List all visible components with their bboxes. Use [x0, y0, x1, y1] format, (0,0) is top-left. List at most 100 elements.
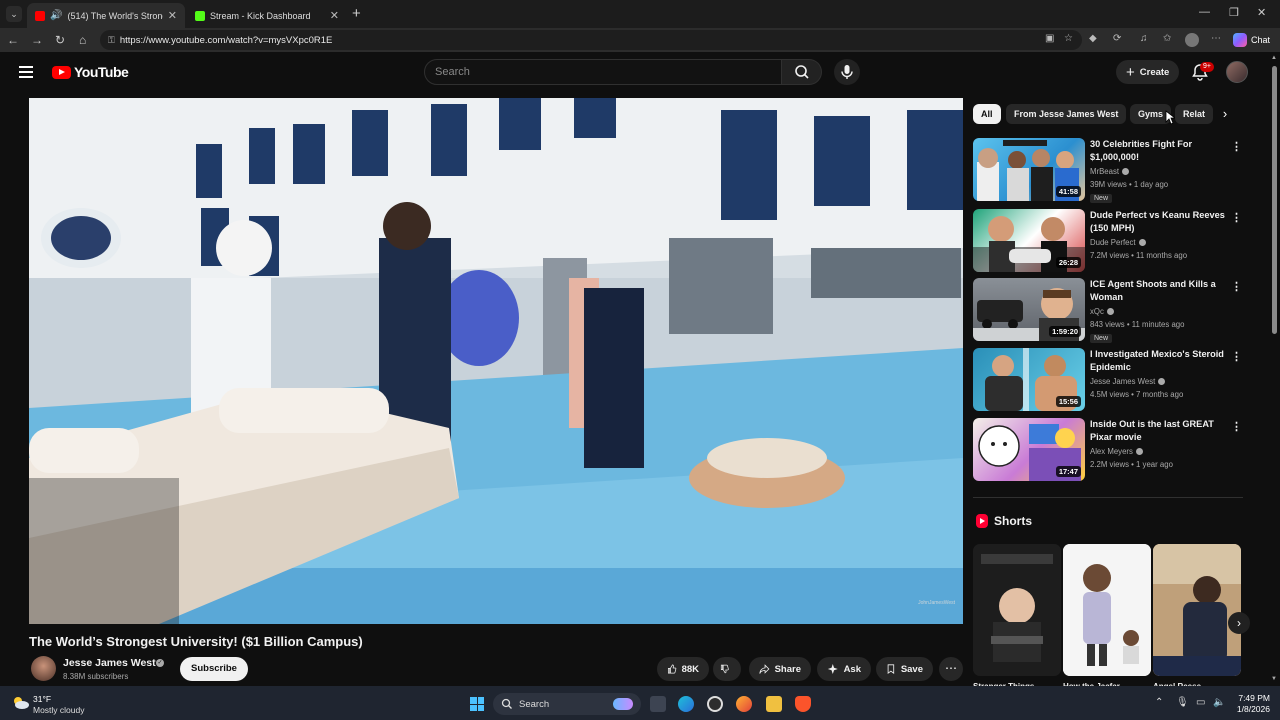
close-tab-icon[interactable]: ✕	[168, 9, 177, 22]
extension-sync-icon[interactable]: ⟳	[1113, 33, 1121, 44]
more-options-icon[interactable]: ⋮	[1231, 350, 1242, 363]
page-scrollbar[interactable]: ▲ ▼	[1270, 52, 1280, 686]
browser-essentials-icon[interactable]: ♫	[1140, 33, 1148, 44]
search-input[interactable]	[424, 59, 782, 85]
recommendation-channel[interactable]: xQc	[1090, 307, 1114, 316]
more-options-icon[interactable]: ⋮	[1231, 211, 1242, 224]
profile-icon[interactable]	[1185, 33, 1199, 47]
video-thumbnail[interactable]: 17:47	[973, 418, 1085, 481]
video-thumbnail[interactable]: 1:59:20	[973, 278, 1085, 341]
volume-icon[interactable]: 🔈	[1213, 697, 1225, 708]
recommendation-title[interactable]: I Investigated Mexico's Steroid Epidemic	[1090, 348, 1230, 374]
channel-name[interactable]: Jesse James West	[63, 657, 156, 669]
account-avatar[interactable]	[1226, 61, 1248, 83]
favorites-icon[interactable]: ✩	[1163, 33, 1171, 44]
scrollbar-thumb[interactable]	[1272, 66, 1277, 334]
tab-youtube[interactable]: 🔊 (514) The World's Strongest U ✕	[27, 3, 185, 28]
settings-more-icon[interactable]: ⋯	[1211, 33, 1221, 44]
chevron-right-icon[interactable]: ›	[1214, 104, 1236, 124]
channel-avatar[interactable]	[31, 656, 56, 681]
recommendation-title[interactable]: 30 Celebrities Fight For $1,000,000!	[1090, 138, 1230, 164]
recommendation-title[interactable]: Inside Out is the last GREAT Pixar movie	[1090, 418, 1230, 444]
recommendation-channel[interactable]: Jesse James West	[1090, 377, 1166, 386]
tab-list-button[interactable]: ⌄	[6, 6, 22, 22]
recommendation-item[interactable]: 15:56 I Investigated Mexico's Steroid Ep…	[973, 348, 1263, 412]
task-view-icon[interactable]	[650, 696, 666, 712]
windows-start-icon[interactable]	[470, 697, 484, 711]
subscribe-button[interactable]: Subscribe	[180, 657, 248, 681]
recommendation-channel[interactable]: Dude Perfect	[1090, 238, 1146, 247]
taskbar-clock[interactable]: 7:49 PM 1/8/2026	[1234, 693, 1270, 715]
notification-count-badge: 9+	[1200, 62, 1214, 72]
brave-browser-icon[interactable]	[795, 696, 811, 712]
short-card[interactable]	[973, 544, 1061, 676]
short-card[interactable]	[1063, 544, 1151, 676]
more-actions-button[interactable]: ⋯	[939, 657, 963, 681]
ask-button[interactable]: Ask	[817, 657, 871, 681]
edge-browser-icon[interactable]	[678, 696, 694, 712]
chip-related[interactable]: Relat	[1175, 104, 1213, 124]
app-available-icon[interactable]: ▣	[1045, 33, 1054, 44]
taskbar-search-label: Search	[519, 698, 550, 710]
chip-from-channel[interactable]: From Jesse James West	[1006, 104, 1127, 124]
short-thumbnail-image	[1153, 544, 1241, 676]
favorite-star-icon[interactable]: ☆	[1064, 33, 1073, 44]
taskbar-search[interactable]: Search	[493, 693, 641, 715]
more-options-icon[interactable]: ⋮	[1231, 280, 1242, 293]
restore-button[interactable]: ❐	[1229, 6, 1239, 19]
short-card[interactable]	[1153, 544, 1241, 676]
cloud-sun-icon[interactable]	[10, 695, 30, 709]
dislike-button[interactable]	[713, 657, 741, 681]
speaker-icon[interactable]: 🔊	[50, 10, 62, 21]
youtube-logo[interactable]: YouTube	[52, 64, 129, 80]
chip-all[interactable]: All	[973, 104, 1001, 124]
recommendation-title[interactable]: Dude Perfect vs Keanu Reeves (150 MPH)	[1090, 209, 1230, 235]
shorts-next-button[interactable]: ›	[1228, 612, 1250, 634]
like-button[interactable]: 88K	[657, 657, 709, 681]
more-options-icon[interactable]: ⋮	[1231, 420, 1242, 433]
ask-label: Ask	[843, 663, 861, 675]
close-tab-icon[interactable]: ✕	[330, 9, 339, 22]
network-icon[interactable]: ▭	[1196, 697, 1205, 708]
new-tab-button[interactable]: +	[352, 5, 361, 22]
video-thumbnail[interactable]: 26:28	[973, 209, 1085, 272]
forward-icon[interactable]: →	[31, 32, 43, 48]
save-button[interactable]: Save	[876, 657, 933, 681]
voice-search-button[interactable]	[834, 59, 860, 85]
recommendation-item[interactable]: 17:47 Inside Out is the last GREAT Pixar…	[973, 418, 1263, 482]
recommendation-item[interactable]: 1:59:20 ICE Agent Shoots and Kills a Wom…	[973, 278, 1263, 343]
recommendation-title[interactable]: ICE Agent Shoots and Kills a Woman	[1090, 278, 1230, 304]
site-info-icon[interactable]: ⚿	[108, 35, 115, 46]
recommendation-item[interactable]: 41:58 30 Celebrities Fight For $1,000,00…	[973, 138, 1263, 203]
weather-description[interactable]: Mostly cloudy	[33, 705, 85, 715]
video-player[interactable]: JohnJamesWest	[29, 98, 963, 624]
create-button[interactable]: + Create	[1116, 60, 1180, 84]
refresh-icon[interactable]: ↻	[55, 32, 65, 48]
scroll-up-icon[interactable]: ▲	[1271, 55, 1277, 61]
recommendation-channel[interactable]: Alex Meyers	[1090, 447, 1143, 456]
close-window-button[interactable]: ✕	[1257, 6, 1266, 19]
extension-icon[interactable]: ◆	[1089, 33, 1097, 44]
video-thumbnail[interactable]: 15:56	[973, 348, 1085, 411]
copilot-chat-button[interactable]: Chat	[1233, 31, 1270, 49]
video-frame-image	[29, 98, 963, 624]
recommendation-item[interactable]: 26:28 Dude Perfect vs Keanu Reeves (150 …	[973, 209, 1263, 273]
tab-kick[interactable]: Stream - Kick Dashboard ✕	[187, 3, 347, 28]
address-bar[interactable]: ⚿ https://www.youtube.com/watch?v=mysVXp…	[100, 30, 1082, 50]
tray-overflow-icon[interactable]: ⌃	[1155, 697, 1163, 708]
microphone-tray-icon[interactable]: 🎙	[1176, 697, 1189, 708]
search-button[interactable]	[782, 59, 822, 85]
scroll-down-icon[interactable]: ▼	[1271, 676, 1277, 682]
back-icon[interactable]: ←	[7, 32, 19, 48]
recommendation-channel[interactable]: MrBeast	[1090, 167, 1130, 176]
weather-temperature[interactable]: 31°F	[33, 694, 51, 704]
share-button[interactable]: Share	[749, 657, 811, 681]
menu-icon[interactable]	[19, 66, 33, 81]
video-thumbnail[interactable]: 41:58	[973, 138, 1085, 201]
firefox-icon[interactable]	[736, 696, 752, 712]
file-explorer-icon[interactable]	[766, 696, 782, 712]
home-icon[interactable]: ⌂	[79, 32, 86, 48]
obs-icon[interactable]	[707, 696, 723, 712]
more-options-icon[interactable]: ⋮	[1231, 140, 1242, 153]
minimize-button[interactable]: —	[1199, 6, 1210, 18]
